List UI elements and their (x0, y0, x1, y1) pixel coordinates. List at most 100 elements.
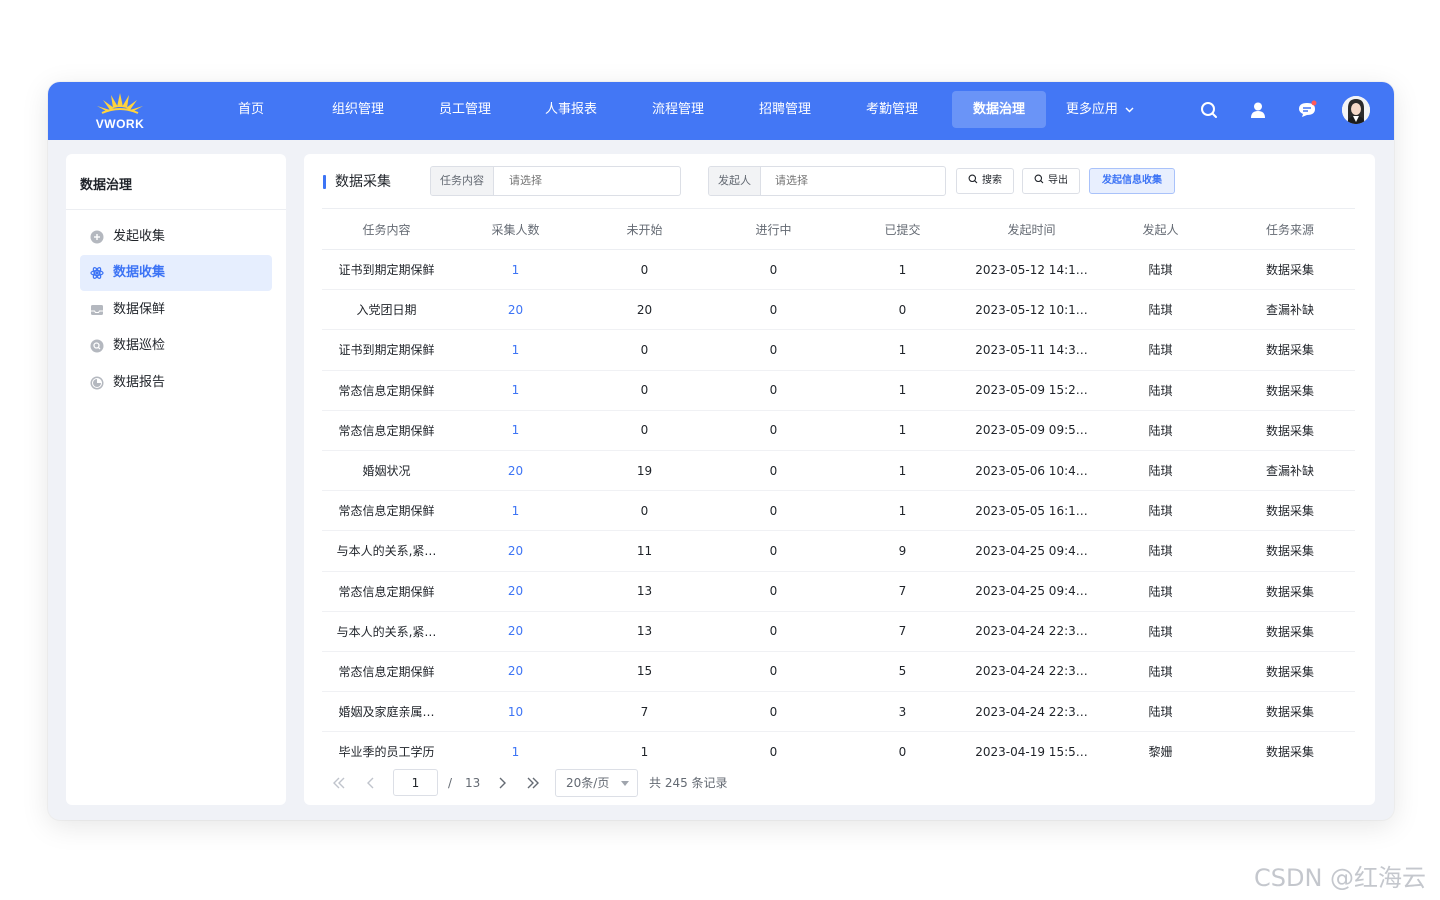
report-icon (90, 376, 104, 390)
nav-hr-reports[interactable]: 人事报表 (536, 91, 606, 128)
nav-process-management[interactable]: 流程管理 (643, 91, 713, 128)
task-source-cell: 查漏补缺 (1225, 289, 1355, 331)
initiated-time-cell: 2023-05-12 10:1… (967, 289, 1096, 331)
collector-count-cell[interactable]: 20 (451, 611, 580, 652)
in-progress-cell: 0 (709, 530, 838, 572)
sidebar-item-data-freshness[interactable]: 数据保鲜 (80, 292, 272, 328)
collector-count-cell[interactable]: 1 (451, 731, 580, 768)
avatar[interactable] (1342, 96, 1370, 124)
avatar-image (1342, 96, 1370, 124)
not-started-cell: 13 (580, 611, 709, 652)
not-started-cell: 11 (580, 530, 709, 572)
next-page-icon[interactable] (494, 775, 510, 791)
table-row[interactable]: 与本人的关系,紧… 20 11 0 9 2023-04-25 09:4… 陆琪 数据采集 (322, 530, 1355, 572)
vwork-logo[interactable]: VWORK (90, 91, 150, 131)
sidebar-item-initiate-collection[interactable]: 发起收集 (80, 219, 272, 255)
initiated-time-cell: 2023-05-12 14:1… (967, 249, 1096, 291)
sidebar-item-label: 数据收集 (113, 265, 166, 280)
not-started-cell: 0 (580, 410, 709, 451)
initiator-filter: 发起人 (708, 166, 946, 196)
nav-more-apps-label: 更多应用 (1065, 102, 1118, 117)
nav-more-apps[interactable]: 更多应用 (1064, 91, 1136, 128)
main-panel: 数据采集 任务内容 发起人 搜索 导出 发起信息收集 (304, 154, 1375, 805)
table-row[interactable]: 婚姻及家庭亲属… 10 7 0 3 2023-04-24 22:3… 陆琪 数据采集 (322, 691, 1355, 733)
table-row[interactable]: 常态信息定期保鲜 1 0 0 1 2023-05-09 09:5… 陆琪 数据采集 (322, 410, 1355, 451)
task-content-filter-label: 任务内容 (431, 167, 494, 195)
collector-count-cell[interactable]: 1 (451, 490, 580, 532)
page-number-input[interactable] (393, 769, 438, 796)
table-row[interactable]: 证书到期定期保鲜 1 0 0 1 2023-05-12 14:1… 陆琪 数据采集 (322, 249, 1355, 291)
table-row[interactable]: 常态信息定期保鲜 20 15 0 5 2023-04-24 22:3… 陆琪 数据采集 (322, 651, 1355, 693)
nav-attendance-management[interactable]: 考勤管理 (857, 91, 927, 128)
initiated-time-cell: 2023-05-09 15:2… (967, 370, 1096, 411)
not-started-cell: 0 (580, 370, 709, 411)
collector-count-cell[interactable]: 1 (451, 370, 580, 411)
submitted-cell: 1 (838, 450, 967, 492)
inspect-icon (90, 339, 104, 353)
sidebar-item-data-inspection[interactable]: 数据巡检 (80, 328, 272, 364)
task-content-cell: 常态信息定期保鲜 (322, 410, 451, 451)
table-row[interactable]: 常态信息定期保鲜 1 0 0 1 2023-05-09 15:2… 陆琪 数据采集 (322, 370, 1355, 411)
table-row[interactable]: 常态信息定期保鲜 20 13 0 7 2023-04-25 09:4… 陆琪 数据采集 (322, 571, 1355, 612)
sidebar-item-data-collection[interactable]: 数据收集 (80, 255, 272, 291)
table-row[interactable]: 入党团日期 20 20 0 0 2023-05-12 10:1… 陆琪 查漏补缺 (322, 289, 1355, 331)
nav-home[interactable]: 首页 (218, 91, 284, 128)
watermark: CSDN @红海云 (1254, 864, 1427, 892)
in-progress-cell: 0 (709, 370, 838, 411)
message-icon[interactable] (1297, 100, 1317, 120)
initiated-time-cell: 2023-04-24 22:3… (967, 611, 1096, 652)
submitted-cell: 7 (838, 571, 967, 612)
table-row[interactable]: 婚姻状况 20 19 0 1 2023-05-06 10:4… 陆琪 查漏补缺 (322, 450, 1355, 492)
initiator-select[interactable] (773, 167, 943, 195)
user-icon[interactable] (1248, 100, 1268, 120)
nav-employee-management[interactable]: 员工管理 (430, 91, 500, 128)
data-table: 任务内容 采集人数 未开始 进行中 已提交 发起时间 发起人 任务来源 证书到期… (322, 208, 1355, 768)
nav-data-governance[interactable]: 数据治理 (952, 91, 1046, 128)
page-separator: / (448, 776, 453, 790)
not-started-cell: 0 (580, 490, 709, 532)
nav-recruitment-management[interactable]: 招聘管理 (750, 91, 820, 128)
task-content-cell: 婚姻状况 (322, 450, 451, 492)
collector-count-cell[interactable]: 1 (451, 410, 580, 451)
collector-count-cell[interactable]: 20 (451, 450, 580, 492)
table-row[interactable]: 证书到期定期保鲜 1 0 0 1 2023-05-11 14:3… 陆琪 数据采集 (322, 329, 1355, 371)
collector-count-cell[interactable]: 1 (451, 329, 580, 371)
collector-count-cell[interactable]: 20 (451, 651, 580, 693)
column-header: 未开始 (580, 208, 709, 250)
total-pages: 13 (465, 776, 481, 790)
export-button[interactable]: 导出 (1022, 168, 1080, 194)
collector-count-cell[interactable]: 10 (451, 691, 580, 733)
sidebar: 数据治理 发起收集 数据收集 数据保鲜 数据巡检 数据报告 (66, 154, 286, 805)
collector-count-cell[interactable]: 20 (451, 530, 580, 572)
table-row[interactable]: 与本人的关系,紧… 20 13 0 7 2023-04-24 22:3… 陆琪 数据采集 (322, 611, 1355, 652)
task-content-select[interactable] (507, 167, 677, 195)
task-content-cell: 证书到期定期保鲜 (322, 249, 451, 291)
collector-count-cell[interactable]: 1 (451, 249, 580, 291)
submitted-cell: 1 (838, 329, 967, 371)
initiator-cell: 陆琪 (1096, 530, 1225, 572)
collector-count-cell[interactable]: 20 (451, 571, 580, 612)
initiate-info-collection-button[interactable]: 发起信息收集 (1089, 168, 1175, 194)
first-page-icon[interactable] (331, 775, 347, 791)
table-row[interactable]: 毕业季的员工学历 1 1 0 0 2023-04-19 15:5… 黎姗 数据采集 (322, 731, 1355, 768)
page-size-select[interactable]: 20条/页 (555, 769, 638, 797)
last-page-icon[interactable] (525, 775, 541, 791)
task-source-cell: 数据采集 (1225, 410, 1355, 451)
in-progress-cell: 0 (709, 249, 838, 291)
in-progress-cell: 0 (709, 691, 838, 733)
search-button[interactable]: 搜索 (956, 168, 1014, 194)
table-row[interactable]: 常态信息定期保鲜 1 0 0 1 2023-05-05 16:1… 陆琪 数据采集 (322, 490, 1355, 532)
collector-count-cell[interactable]: 20 (451, 289, 580, 331)
column-header: 已提交 (838, 208, 967, 250)
submitted-cell: 1 (838, 249, 967, 291)
column-header: 进行中 (709, 208, 838, 250)
in-progress-cell: 0 (709, 450, 838, 492)
initiator-cell: 陆琪 (1096, 410, 1225, 451)
search-icon (1034, 174, 1044, 184)
not-started-cell: 0 (580, 249, 709, 291)
search-icon[interactable] (1199, 100, 1219, 120)
nav-org-management[interactable]: 组织管理 (323, 91, 393, 128)
prev-page-icon[interactable] (363, 775, 379, 791)
sidebar-item-data-report[interactable]: 数据报告 (80, 365, 272, 401)
not-started-cell: 13 (580, 571, 709, 612)
